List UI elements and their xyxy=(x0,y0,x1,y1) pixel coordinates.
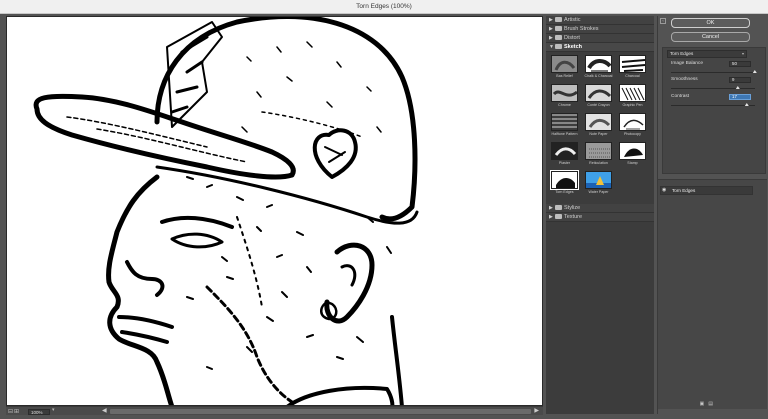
layer-tools: ▣▤ xyxy=(700,401,717,407)
category-sketch[interactable]: ▼ Sketch xyxy=(546,43,654,52)
effect-layer-name: Torn Edges xyxy=(672,188,696,194)
thumb-torn-edges[interactable]: Torn Edges xyxy=(548,170,581,200)
image-balance-label: Image Balance xyxy=(671,61,703,66)
ok-button[interactable]: OK xyxy=(671,18,750,28)
image-balance-slider-thumb[interactable] xyxy=(752,70,757,73)
effect-layer-row[interactable]: ◉ Torn Edges xyxy=(660,186,753,195)
smoothness-input[interactable]: 9 xyxy=(729,77,751,83)
folder-icon xyxy=(555,34,562,40)
folder-icon xyxy=(555,213,562,219)
thumb-plaster[interactable]: Plaster xyxy=(548,142,581,171)
thumb-water-paper[interactable]: Water Paper xyxy=(582,171,615,200)
thumb-conte-crayon[interactable]: Conté Crayon xyxy=(582,84,615,113)
folder-icon xyxy=(555,25,562,31)
filter-select[interactable]: Torn Edges ▾ xyxy=(667,50,747,58)
image-balance-slider[interactable] xyxy=(671,70,757,73)
contrast-slider-thumb[interactable] xyxy=(744,103,749,106)
contrast-slider[interactable] xyxy=(671,103,755,106)
horizontal-scrollbar[interactable] xyxy=(110,409,531,414)
smoothness-slider[interactable] xyxy=(671,86,755,89)
scroll-right-icon[interactable]: ▶ xyxy=(534,407,539,414)
new-effect-layer-icon[interactable]: ▣ xyxy=(700,401,709,407)
category-texture[interactable]: ▶ Texture xyxy=(546,213,654,222)
visibility-eye-icon[interactable]: ◉ xyxy=(662,187,666,193)
thumb-stamp[interactable]: Stamp xyxy=(616,142,649,171)
zoom-level[interactable]: 100% xyxy=(28,408,50,415)
settings-panel: ‹ OK Cancel Torn Edges ▾ Image Balance 5… xyxy=(657,16,767,414)
filter-gallery: ▶ Artistic ▶ Brush Strokes ▶ Distort ▼ Sketc… xyxy=(546,16,654,414)
category-brush-strokes[interactable]: ▶ Brush Strokes xyxy=(546,25,654,34)
thumb-bas-relief[interactable]: Bas Relief xyxy=(548,55,581,84)
contrast-label: Contrast xyxy=(671,94,690,99)
window-title: Torn Edges (100%) xyxy=(356,3,412,10)
effect-layers-panel: ◉ Torn Edges ▣▤ xyxy=(658,179,767,409)
thumb-graphic-pen[interactable]: Graphic Pen xyxy=(616,84,649,113)
folder-open-icon xyxy=(555,43,562,49)
thumb-chalk-charcoal[interactable]: Chalk & Charcoal xyxy=(582,55,615,84)
image-balance-input[interactable]: 50 xyxy=(729,61,751,67)
smoothness-slider-thumb[interactable] xyxy=(735,86,740,89)
preview-canvas[interactable] xyxy=(6,16,543,406)
zoom-dropdown-icon[interactable]: ▾ xyxy=(52,407,55,413)
folder-icon xyxy=(555,204,562,210)
thumb-halftone-pattern[interactable]: Halftone Pattern xyxy=(548,113,581,142)
delete-effect-layer-icon[interactable]: ▤ xyxy=(708,401,717,407)
category-artistic[interactable]: ▶ Artistic xyxy=(546,16,654,25)
collapse-gallery-icon[interactable]: ‹ xyxy=(660,18,666,24)
category-stylize[interactable]: ▶ Stylize xyxy=(546,204,654,213)
smoothness-label: Smoothness xyxy=(671,77,698,82)
folder-icon xyxy=(555,16,562,22)
contrast-input[interactable]: 17 xyxy=(729,94,751,100)
status-bar: ⊟⊞ 100% ▾ ◀ ▶ xyxy=(6,406,543,415)
thumb-reticulation[interactable]: Reticulation xyxy=(582,142,615,171)
category-distort[interactable]: ▶ Distort xyxy=(546,34,654,43)
chevron-down-icon: ▾ xyxy=(741,51,744,56)
scroll-left-icon[interactable]: ◀ xyxy=(102,407,107,414)
filter-parameters: Torn Edges ▾ Image Balance 50 Smoothness… xyxy=(662,47,766,174)
zoom-buttons[interactable]: ⊟⊞ xyxy=(8,408,20,415)
thumb-chrome[interactable]: Chrome xyxy=(548,84,581,113)
title-bar: Torn Edges (100%) xyxy=(0,0,768,14)
sketch-thumbnails: Bas Relief Chalk & Charcoal Charcoal Chr… xyxy=(546,52,654,204)
thumb-charcoal[interactable]: Charcoal xyxy=(616,55,649,84)
preview-image xyxy=(33,17,419,405)
cancel-button[interactable]: Cancel xyxy=(671,32,750,42)
thumb-photocopy[interactable]: Photocopy xyxy=(616,113,649,142)
thumb-note-paper[interactable]: Note Paper xyxy=(582,113,615,142)
